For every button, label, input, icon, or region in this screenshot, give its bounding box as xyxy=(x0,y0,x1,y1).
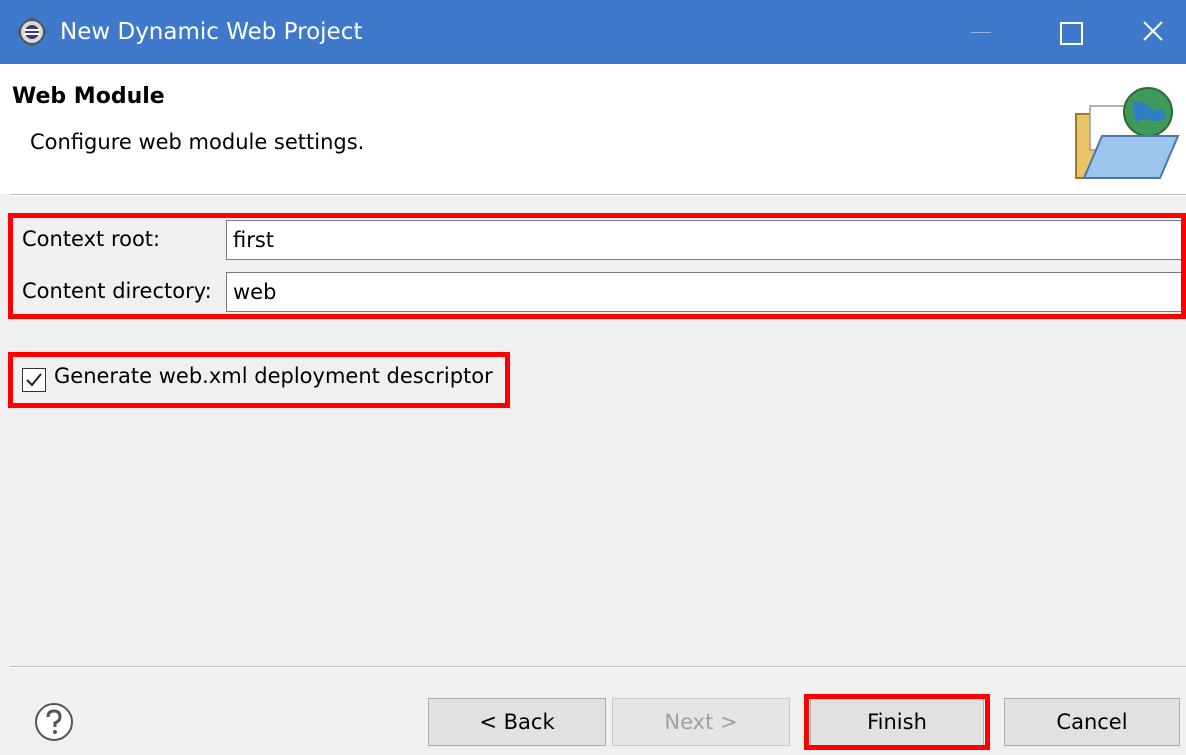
header-separator xyxy=(10,194,1186,196)
close-icon xyxy=(1143,21,1163,41)
content-directory-row: Content directory: xyxy=(12,270,1186,320)
next-button[interactable]: Next > xyxy=(612,698,790,746)
back-button[interactable]: < Back xyxy=(428,698,606,746)
close-button[interactable] xyxy=(1118,0,1186,64)
minimize-button[interactable] xyxy=(945,0,1015,64)
content-directory-label: Content directory: xyxy=(22,279,212,303)
context-root-label: Context root: xyxy=(22,227,161,251)
web-folder-globe-icon xyxy=(1062,78,1182,192)
generate-descriptor-label: Generate web.xml deployment descriptor xyxy=(54,364,493,388)
content-directory-input[interactable] xyxy=(226,272,1186,312)
question-mark-icon[interactable] xyxy=(34,702,74,746)
window-title: New Dynamic Web Project xyxy=(60,19,363,45)
generate-descriptor-checkbox[interactable] xyxy=(22,368,46,392)
checkmark-icon xyxy=(26,373,42,387)
maximize-button[interactable] xyxy=(1035,0,1105,64)
context-root-row: Context root: xyxy=(12,218,1186,268)
context-root-input[interactable] xyxy=(226,220,1186,260)
cancel-button[interactable]: Cancel xyxy=(1004,698,1180,746)
page-title: Web Module xyxy=(12,84,165,109)
footer-separator xyxy=(10,666,1186,668)
finish-button[interactable]: Finish xyxy=(810,698,984,746)
title-bar: New Dynamic Web Project xyxy=(0,0,1186,64)
wizard-header: Web Module Configure web module settings… xyxy=(0,64,1186,194)
eclipse-gear-icon xyxy=(18,18,46,46)
page-description: Configure web module settings. xyxy=(30,130,365,154)
